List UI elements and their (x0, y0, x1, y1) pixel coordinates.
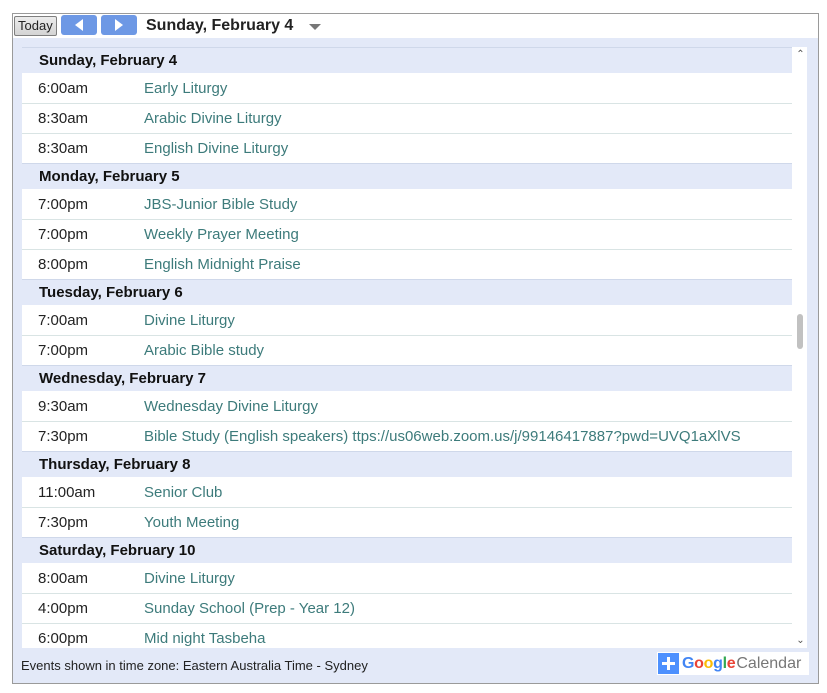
today-button[interactable]: Today (14, 16, 57, 36)
event-time: 8:30am (38, 110, 89, 127)
event-title-link[interactable]: Senior Club (144, 484, 222, 501)
calendar-widget: Today Sunday, February 4 Sunday, Februar… (12, 13, 819, 684)
event-row[interactable]: 11:00am Senior Club (22, 477, 792, 507)
event-row[interactable]: 7:00pm JBS-Junior Bible Study (22, 189, 792, 219)
event-time: 4:00pm (38, 600, 89, 617)
event-title-link[interactable]: Arabic Divine Liturgy (144, 110, 282, 127)
current-date-title: Sunday, February 4 (146, 17, 294, 34)
event-title-link[interactable]: English Divine Liturgy (144, 140, 288, 157)
agenda-panel: Sunday, February 4 6:00am Early Liturgy 8:3… (13, 38, 818, 683)
event-row[interactable]: 6:00am Early Liturgy (22, 73, 792, 103)
event-row[interactable]: 8:30am Arabic Divine Liturgy (22, 103, 792, 133)
event-time: 9:30am (38, 397, 89, 415)
event-row[interactable]: 7:00am Divine Liturgy (22, 305, 792, 335)
event-title-link[interactable]: Divine Liturgy (144, 570, 235, 587)
date-picker-dropdown-icon[interactable] (309, 24, 321, 30)
day-header: Sunday, February 4 (22, 47, 792, 73)
google-logo-text: Google (682, 654, 736, 672)
plus-icon (658, 653, 679, 674)
event-title-link[interactable]: Weekly Prayer Meeting (144, 226, 299, 243)
event-row[interactable]: 7:00pm Weekly Prayer Meeting (22, 219, 792, 249)
vertical-scrollbar[interactable]: ⌃ ⌄ (794, 47, 807, 648)
event-time: 7:00pm (38, 195, 89, 213)
chevron-right-icon (115, 19, 123, 31)
next-button[interactable] (101, 15, 137, 35)
day-header: Monday, February 5 (22, 163, 792, 189)
calendar-logo-text: Calendar (736, 654, 802, 672)
event-title-link[interactable]: English Midnight Praise (144, 256, 301, 273)
agenda-list: Sunday, February 4 6:00am Early Liturgy 8:3… (22, 47, 792, 648)
event-title-link[interactable]: Arabic Bible study (144, 342, 264, 359)
chevron-left-icon (75, 19, 83, 31)
event-time: 7:00pm (38, 342, 89, 359)
event-row[interactable]: 9:30am Wednesday Divine Liturgy (22, 391, 792, 421)
event-row[interactable]: 8:30am English Divine Liturgy (22, 133, 792, 163)
event-row[interactable]: 7:00pm Arabic Bible study (22, 335, 792, 365)
event-title-link[interactable]: JBS-Junior Bible Study (144, 196, 297, 213)
event-title-link[interactable]: Divine Liturgy (144, 312, 235, 329)
event-row[interactable]: 8:00pm English Midnight Praise (22, 249, 792, 279)
google-calendar-badge[interactable]: Google Calendar (657, 652, 809, 675)
event-time: 7:00am (38, 311, 89, 329)
day-header: Wednesday, February 7 (22, 365, 792, 391)
day-header: Thursday, February 8 (22, 451, 792, 477)
event-time: 7:00pm (38, 226, 89, 243)
scrollbar-thumb[interactable] (797, 314, 803, 349)
event-title-link[interactable]: Early Liturgy (144, 80, 227, 97)
event-time: 8:00am (38, 569, 89, 587)
event-title-link[interactable]: Mid night Tasbeha (144, 630, 265, 647)
event-time: 8:30am (38, 140, 89, 157)
event-time: 6:00pm (38, 630, 89, 647)
event-title-link[interactable]: Youth Meeting (144, 514, 239, 531)
event-time: 11:00am (38, 483, 96, 501)
day-header: Tuesday, February 6 (22, 279, 792, 305)
event-row[interactable]: 6:00pm Mid night Tasbeha (22, 623, 792, 648)
scroll-up-arrow-icon[interactable]: ⌃ (794, 47, 807, 62)
previous-button[interactable] (61, 15, 97, 35)
event-title-link[interactable]: Bible Study (English speakers) ttps://us… (144, 428, 741, 445)
event-time: 6:00am (38, 79, 89, 97)
event-title-link[interactable]: Sunday School (Prep - Year 12) (144, 600, 355, 617)
agenda-scroll-area[interactable]: Sunday, February 4 6:00am Early Liturgy 8:3… (22, 47, 807, 648)
timezone-note: Events shown in time zone: Eastern Austr… (21, 658, 368, 673)
event-time: 8:00pm (38, 256, 89, 273)
event-time: 7:30pm (38, 514, 89, 531)
scroll-down-arrow-icon[interactable]: ⌄ (794, 633, 807, 648)
day-header: Saturday, February 10 (22, 537, 792, 563)
event-row[interactable]: 7:30pm Youth Meeting (22, 507, 792, 537)
event-row[interactable]: 4:00pm Sunday School (Prep - Year 12) (22, 593, 792, 623)
event-time: 7:30pm (38, 428, 89, 445)
event-row[interactable]: 8:00am Divine Liturgy (22, 563, 792, 593)
calendar-toolbar: Today Sunday, February 4 (13, 14, 818, 38)
event-title-link[interactable]: Wednesday Divine Liturgy (144, 398, 318, 415)
event-row[interactable]: 7:30pm Bible Study (English speakers) ttp… (22, 421, 792, 451)
